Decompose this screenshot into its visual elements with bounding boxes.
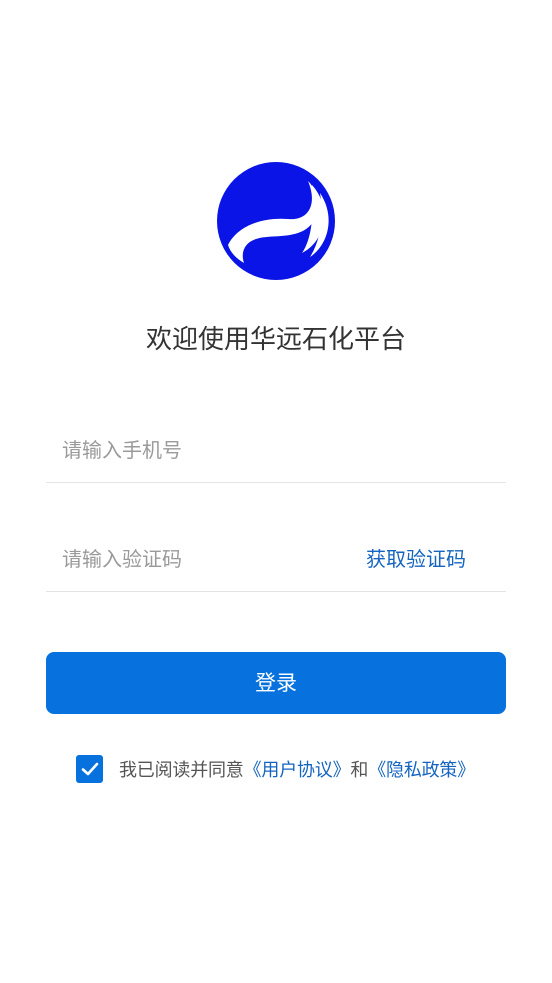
- agree-checkbox[interactable]: [76, 755, 103, 783]
- huayuan-logo-icon: [217, 162, 335, 280]
- agree-prefix: 我已阅读并同意: [119, 760, 244, 781]
- agree-and: 和: [350, 760, 369, 781]
- checkmark-icon: [81, 762, 98, 776]
- user-agreement-link[interactable]: 《用户协议》: [244, 756, 351, 782]
- verification-code-field: 获取验证码: [46, 527, 506, 592]
- agreement-row: 我已阅读并同意 《用户协议》 和 《隐私政策》: [76, 753, 475, 785]
- privacy-policy-link[interactable]: 《隐私政策》: [368, 756, 475, 782]
- login-button[interactable]: 登录: [46, 652, 506, 714]
- phone-field: [46, 418, 506, 483]
- verification-code-input[interactable]: [62, 541, 342, 577]
- page-title: 欢迎使用华远石化平台: [145, 325, 406, 355]
- phone-input[interactable]: [62, 432, 342, 468]
- get-code-button[interactable]: 获取验证码: [366, 541, 466, 577]
